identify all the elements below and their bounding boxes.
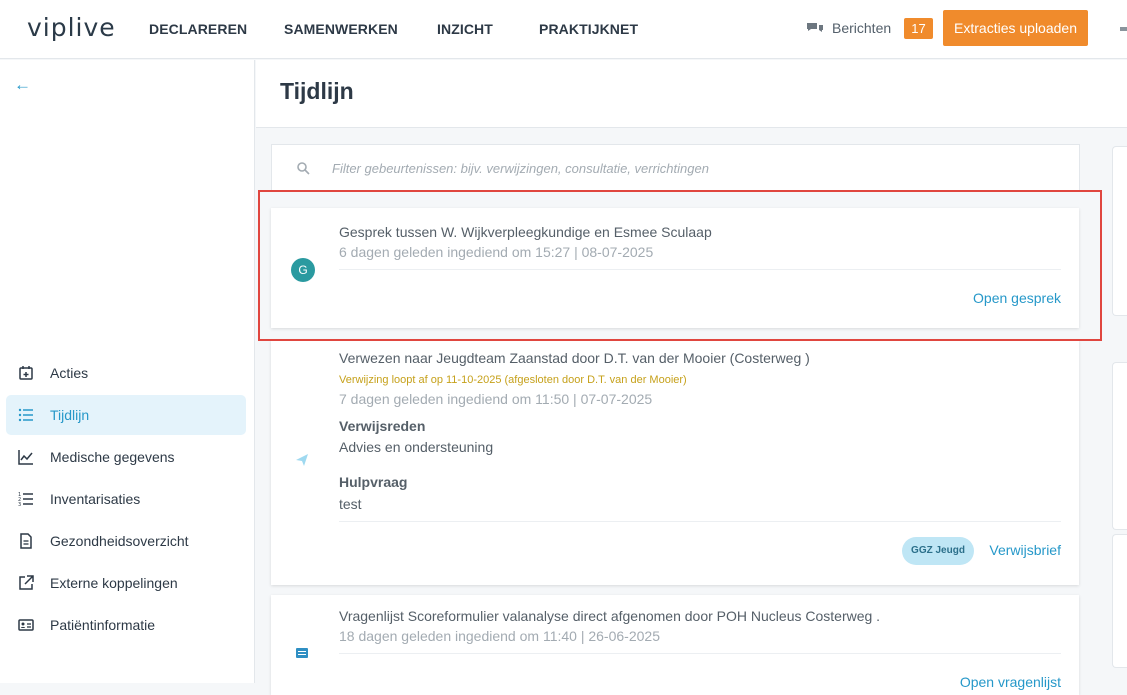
list-icon [18, 407, 34, 423]
sidebar-item-label: Tijdlijn [50, 407, 90, 423]
sidebar-item-label: Externe koppelingen [50, 575, 178, 591]
ordered-list-icon: 123 [18, 491, 34, 507]
event-timestamp: 7 dagen geleden ingediend om 11:50 | 07-… [339, 391, 653, 407]
chat-bubbles-icon [807, 23, 823, 32]
event-timestamp: 18 dagen geleden ingediend om 11:40 | 26… [339, 628, 660, 644]
right-panel-edge [1112, 362, 1127, 530]
timeline-event-card: Verwezen naar Jeugdteam Zaanstad door D.… [271, 340, 1079, 585]
top-navigation-bar: viplive DECLAREREN SAMENWERKEN INZICHT P… [0, 0, 1127, 59]
main-content: Tijdlijn G Gesprek tussen W. Wijkverplee… [256, 60, 1127, 695]
event-avatar: G [291, 258, 315, 282]
right-panel-edge [1112, 146, 1127, 316]
open-gesprek-link[interactable]: Open gesprek [973, 290, 1061, 306]
calendar-plus-icon [18, 365, 34, 381]
help-question-value: test [339, 496, 362, 512]
messages-count-badge[interactable]: 17 [904, 18, 933, 39]
nav-samenwerken[interactable]: SAMENWERKEN [284, 21, 398, 37]
back-arrow-icon[interactable]: ← [14, 75, 31, 95]
page-title: Tijdlijn [280, 78, 354, 104]
overflow-menu-icon[interactable] [1120, 27, 1127, 31]
sidebar-item-label: Medische gegevens [50, 449, 175, 465]
timeline-search[interactable] [271, 144, 1080, 192]
sidebar-item-patientinformatie[interactable]: Patiëntinformatie [6, 605, 246, 645]
messages-label: Berichten [832, 20, 892, 36]
search-icon [297, 162, 310, 175]
viplive-logo[interactable]: viplive [27, 13, 116, 42]
sidebar-item-inventarisaties[interactable]: 123 Inventarisaties [6, 479, 246, 519]
messages-link[interactable]: Berichten [806, 20, 891, 36]
help-question-label: Hulpvraag [339, 474, 408, 490]
referral-reason-label: Verwijsreden [339, 418, 426, 434]
timeline-event-card: G Gesprek tussen W. Wijkverpleegkundige … [271, 208, 1079, 328]
divider [339, 269, 1061, 270]
sidebar-item-gezondheidsoverzicht[interactable]: Gezondheidsoverzicht [6, 521, 246, 561]
sidebar-item-tijdlijn[interactable]: Tijdlijn [6, 395, 246, 435]
search-input[interactable] [332, 160, 1032, 176]
divider [339, 653, 1061, 654]
event-title: Verwezen naar Jeugdteam Zaanstad door D.… [339, 350, 810, 366]
divider [339, 521, 1061, 522]
nav-inzicht[interactable]: INZICHT [437, 21, 493, 37]
page-header: Tijdlijn [256, 60, 1127, 128]
timeline-event-card: Vragenlijst Scoreformulier valanalyse di… [271, 595, 1079, 695]
chart-line-icon [18, 449, 34, 465]
right-panel-edge [1112, 534, 1127, 668]
paper-plane-icon [296, 454, 308, 466]
nav-declareren[interactable]: DECLAREREN [149, 21, 247, 37]
questionnaire-icon [296, 648, 308, 658]
id-card-icon [18, 617, 34, 633]
external-link-icon [18, 575, 34, 591]
svg-text:3: 3 [18, 502, 21, 507]
sidebar: ← Acties Tijdlijn Medische gegevens 123 … [0, 60, 255, 683]
nav-praktijknet[interactable]: PRAKTIJKNET [539, 21, 638, 37]
sidebar-item-externe-koppelingen[interactable]: Externe koppelingen [6, 563, 246, 603]
open-vragenlijst-link[interactable]: Open vragenlijst [960, 674, 1061, 690]
sidebar-item-medische-gegevens[interactable]: Medische gegevens [6, 437, 246, 477]
sidebar-item-label: Inventarisaties [50, 491, 141, 507]
document-icon [18, 533, 34, 549]
event-timestamp: 6 dagen geleden ingediend om 15:27 | 08-… [339, 244, 654, 260]
verwijsbrief-link[interactable]: Verwijsbrief [989, 542, 1061, 558]
sidebar-item-label: Patiëntinformatie [50, 617, 156, 633]
referral-reason-value: Advies en ondersteuning [339, 439, 494, 455]
event-title: Vragenlijst Scoreformulier valanalyse di… [339, 608, 881, 624]
event-title: Gesprek tussen W. Wijkverpleegkundige en… [339, 224, 712, 240]
sidebar-item-acties[interactable]: Acties [6, 353, 246, 393]
sidebar-item-label: Acties [50, 365, 89, 381]
sidebar-item-label: Gezondheidsoverzicht [50, 533, 189, 549]
extracties-uploaden-button[interactable]: Extracties uploaden [943, 10, 1088, 46]
referral-expiry-warning: Verwijzing loopt af op 11-10-2025 (afges… [339, 374, 687, 386]
ggz-jeugd-badge: GGZ Jeugd [902, 537, 974, 565]
